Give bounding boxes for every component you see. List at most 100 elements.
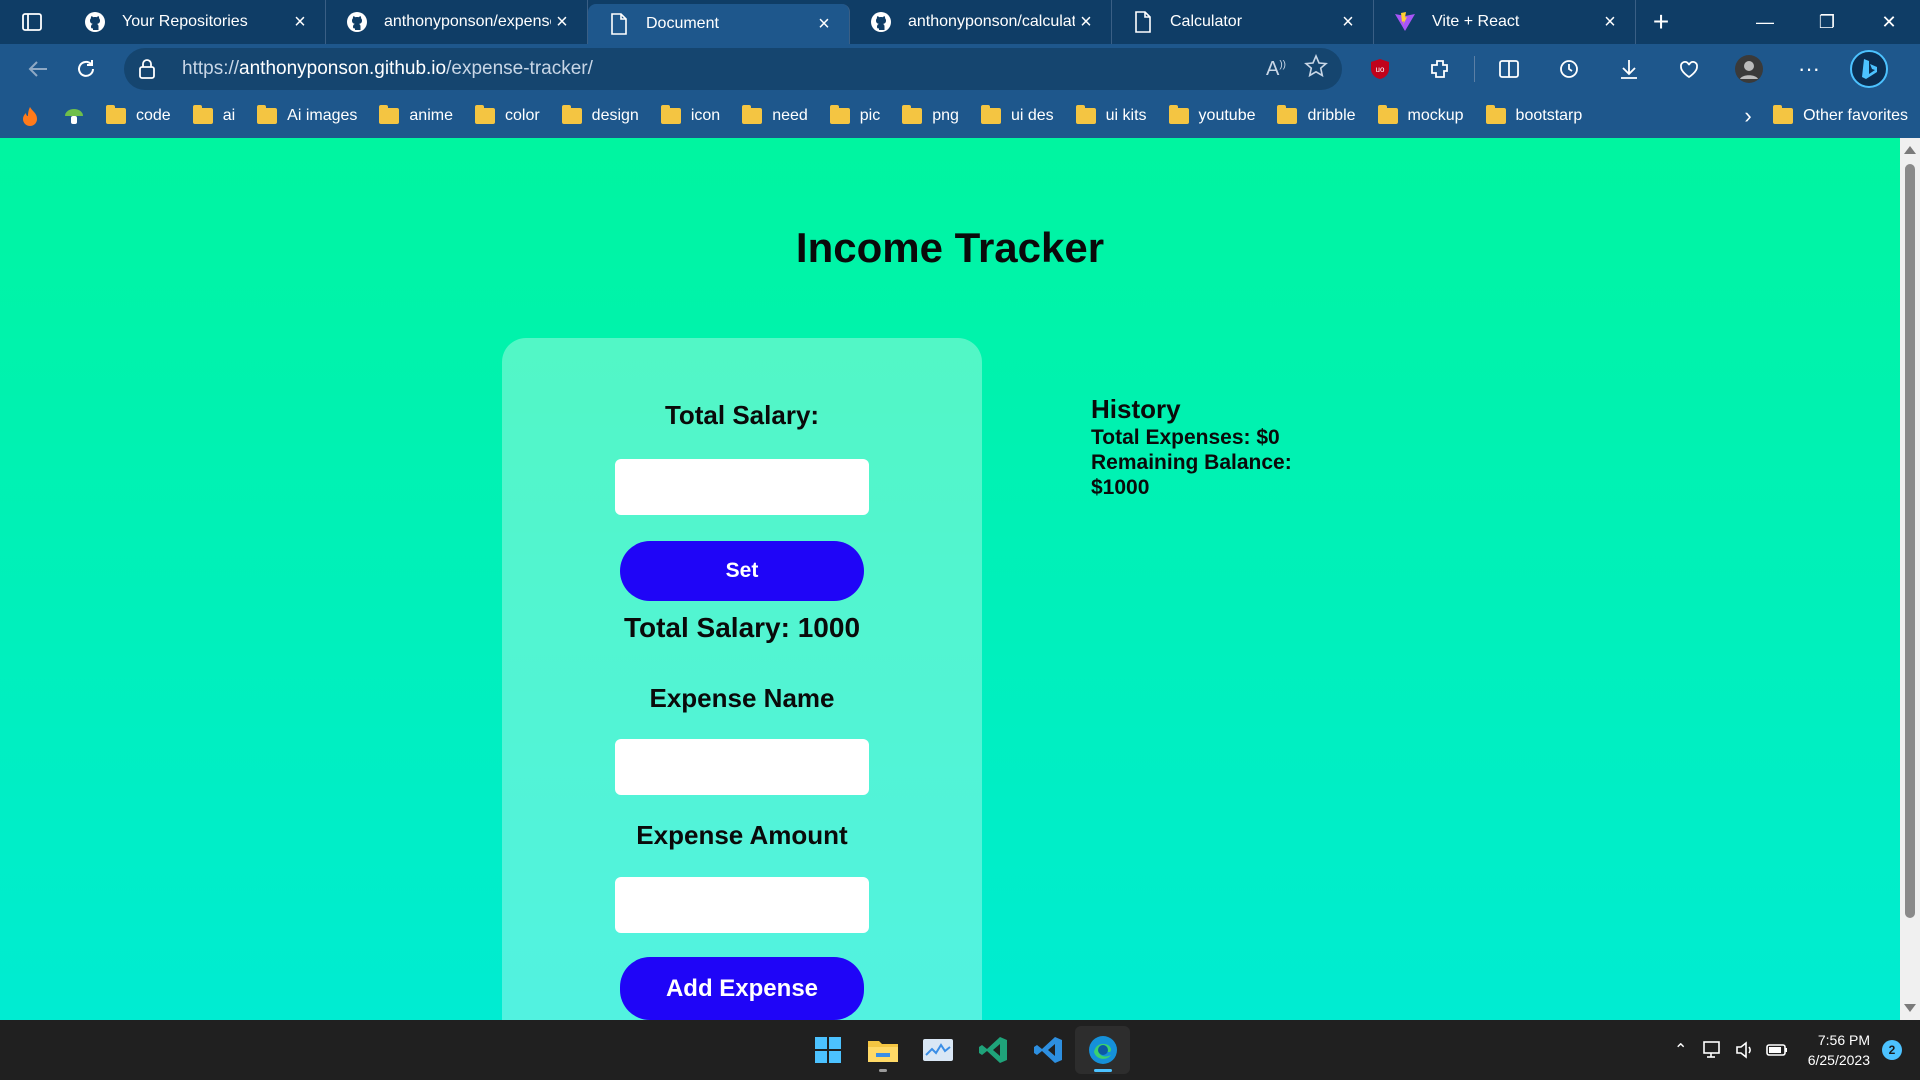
page-icon — [608, 13, 630, 35]
bookmarks-overflow: › Other favorites — [1733, 103, 1920, 129]
folder-icon — [379, 105, 400, 124]
bookmark-folder[interactable]: png — [902, 105, 959, 125]
tab-actions-icon — [22, 13, 42, 31]
close-icon[interactable]: × — [1075, 11, 1097, 33]
scrollbar-thumb[interactable] — [1905, 164, 1915, 918]
bookmark-folder[interactable]: icon — [660, 105, 720, 125]
file-explorer-icon[interactable] — [855, 1026, 910, 1074]
refresh-icon — [78, 60, 94, 77]
browser-titlebar: Your Repositories × anthonyponson/expens… — [0, 0, 1920, 44]
bookmark-folder[interactable]: Ai images — [257, 105, 358, 125]
bookmark-folder[interactable]: ui des — [980, 105, 1054, 125]
minimize-icon[interactable]: — — [1734, 0, 1796, 44]
close-icon[interactable]: × — [289, 11, 311, 33]
folder-icon — [1168, 105, 1189, 124]
tracker-form-card: Total Salary: Set Total Salary: 1000 Exp… — [502, 338, 982, 1020]
extensions-icon[interactable] — [1410, 49, 1470, 89]
tab-vite-react[interactable]: Vite + React × — [1374, 0, 1636, 44]
running-indicator — [1093, 1069, 1112, 1072]
restore-icon[interactable]: ❐ — [1796, 0, 1858, 44]
notification-badge[interactable]: 2 — [1882, 1040, 1902, 1060]
scroll-up-icon[interactable] — [1904, 146, 1916, 154]
network-icon[interactable] — [1698, 1035, 1728, 1065]
chevron-up-icon[interactable]: ⌃ — [1666, 1035, 1696, 1065]
close-icon[interactable]: × — [1599, 11, 1621, 33]
bookmark-folder[interactable]: pic — [829, 105, 880, 125]
expense-amount-input[interactable] — [615, 877, 869, 933]
back-button[interactable] — [14, 49, 62, 89]
bookmark-folder[interactable]: youtube — [1168, 105, 1255, 125]
volume-icon[interactable] — [1730, 1035, 1760, 1065]
tab-title: Document — [646, 15, 719, 32]
vscode-icon[interactable] — [1020, 1026, 1075, 1074]
close-icon[interactable]: × — [813, 13, 835, 35]
battery-icon[interactable] — [1762, 1035, 1792, 1065]
downloads-icon[interactable] — [1599, 49, 1659, 89]
task-manager-icon[interactable] — [910, 1026, 965, 1074]
scroll-down-icon[interactable] — [1904, 1004, 1916, 1012]
windows-start-icon[interactable] — [800, 1026, 855, 1074]
tab-title: Vite + React — [1432, 13, 1520, 30]
bookmark-folder[interactable]: ai — [192, 105, 235, 125]
history-icon[interactable] — [1539, 49, 1599, 89]
bookmark-folder[interactable]: anime — [379, 105, 453, 125]
tab-document[interactable]: Document × — [588, 4, 850, 44]
tab-actions-button[interactable] — [0, 0, 64, 44]
edge-icon[interactable] — [1075, 1026, 1130, 1074]
tab-calculator[interactable]: Calculator × — [1112, 0, 1374, 44]
svg-text:uo: uo — [1376, 65, 1385, 74]
lock-icon[interactable] — [138, 59, 166, 79]
clock-date: 6/25/2023 — [1807, 1052, 1870, 1068]
bing-chat-icon[interactable] — [1839, 49, 1899, 89]
salary-input[interactable] — [615, 459, 869, 515]
set-button[interactable]: Set — [620, 541, 864, 601]
window-controls: — ❐ ✕ — [1734, 0, 1920, 44]
fire-bookmark-icon[interactable] — [18, 104, 42, 128]
bookmark-folder[interactable]: need — [742, 105, 808, 125]
bookmark-folder[interactable]: bootstarp — [1485, 105, 1582, 125]
folder-icon — [980, 105, 1001, 124]
split-screen-icon[interactable] — [1479, 49, 1539, 89]
ublock-icon[interactable]: uo — [1350, 49, 1410, 89]
remaining-balance-value: $1000 — [1091, 476, 1150, 499]
new-tab-button[interactable]: + — [1636, 0, 1686, 44]
page-title: Income Tracker — [795, 224, 1105, 271]
tab-your-repositories[interactable]: Your Repositories × — [64, 0, 326, 44]
folder-icon — [1377, 105, 1398, 124]
close-window-icon[interactable]: ✕ — [1858, 0, 1920, 44]
total-salary-display: Total Salary: 1000 — [623, 612, 861, 643]
mushroom-bookmark-icon[interactable] — [62, 104, 86, 128]
close-icon[interactable]: × — [1337, 11, 1359, 33]
refresh-button[interactable] — [62, 49, 110, 89]
visual-studio-icon[interactable] — [965, 1026, 1020, 1074]
add-expense-button[interactable]: Add Expense — [620, 957, 864, 1020]
github-icon — [84, 11, 106, 33]
bookmark-folder[interactable]: mockup — [1377, 105, 1464, 125]
more-options-icon[interactable]: ··· — [1779, 49, 1839, 89]
remaining-balance-label: Remaining Balance: — [1091, 451, 1292, 474]
chevron-right-icon[interactable]: › — [1733, 103, 1763, 129]
tab-title: Calculator — [1170, 13, 1243, 30]
folder-icon — [1075, 105, 1096, 124]
bookmark-folder[interactable]: code — [106, 105, 171, 125]
other-favorites-folder[interactable]: Other favorites — [1773, 105, 1908, 125]
favorite-star-icon[interactable] — [1304, 53, 1328, 84]
address-bar[interactable]: https://anthonyponson.github.io/expense-… — [124, 48, 1342, 90]
back-arrow-icon — [28, 61, 47, 77]
bookmark-folder[interactable]: ui kits — [1075, 105, 1147, 125]
bookmark-label: Ai images — [287, 107, 358, 124]
browser-essentials-icon[interactable] — [1659, 49, 1719, 89]
tab-expense-repo[interactable]: anthonyponson/expense × — [326, 0, 588, 44]
page-scrollbar[interactable] — [1900, 138, 1920, 1020]
expense-name-input[interactable] — [615, 739, 869, 795]
read-aloud-icon[interactable]: A)) — [1266, 58, 1286, 81]
close-icon[interactable]: × — [551, 11, 573, 33]
bookmark-folder[interactable]: design — [561, 105, 639, 125]
folder-icon — [742, 105, 763, 124]
profile-avatar[interactable] — [1719, 49, 1779, 89]
taskbar-clock[interactable]: 7:56 PM 6/25/2023 — [1808, 1030, 1870, 1070]
windows-taskbar: ⌃ 7:56 PM 6/25/2023 2 — [0, 1020, 1920, 1080]
tab-calculator-repo[interactable]: anthonyponson/calculat × — [850, 0, 1112, 44]
bookmark-folder[interactable]: dribble — [1277, 105, 1356, 125]
bookmark-folder[interactable]: color — [474, 105, 540, 125]
